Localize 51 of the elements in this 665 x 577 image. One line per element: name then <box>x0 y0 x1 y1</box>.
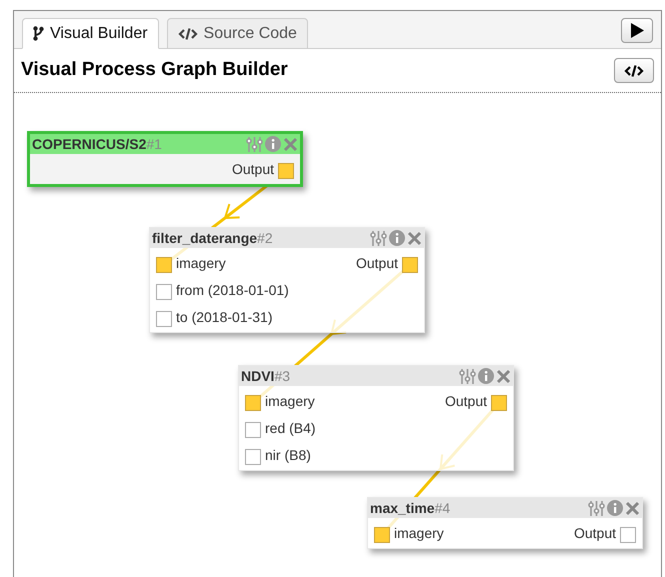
port-label: Output <box>232 160 274 179</box>
port-label: Output <box>356 254 398 273</box>
node-title: max_time#4 <box>370 498 450 518</box>
port[interactable] <box>402 257 418 273</box>
close-icon[interactable] <box>625 500 640 516</box>
info-icon[interactable] <box>607 500 623 516</box>
port-label: imagery <box>265 392 315 411</box>
process-node[interactable]: max_time#4 imagery Output <box>367 497 643 549</box>
process-node[interactable]: COPERNICUS/S2#1 Output <box>27 131 303 187</box>
play-icon <box>630 23 644 38</box>
port-label: from (2018-01-01) <box>176 281 289 300</box>
run-button[interactable] <box>621 18 653 43</box>
sliders-icon[interactable] <box>370 230 387 246</box>
close-icon[interactable] <box>407 230 422 246</box>
port-label: imagery <box>176 254 226 273</box>
info-icon[interactable] <box>265 136 281 152</box>
node-title: COPERNICUS/S2#1 <box>32 134 162 154</box>
port[interactable] <box>278 163 294 179</box>
process-node[interactable]: filter_daterange#2 imagery Output from (2018-01-01) to (2018-01-31) <box>149 227 425 333</box>
port[interactable] <box>374 527 390 543</box>
port[interactable] <box>620 527 636 543</box>
port-label: Output <box>574 524 616 543</box>
code-button[interactable] <box>614 58 654 83</box>
close-icon[interactable] <box>283 136 298 152</box>
sliders-icon[interactable] <box>246 136 263 152</box>
node-title: NDVI#3 <box>241 366 290 386</box>
tab[interactable]: Source Code <box>166 18 308 49</box>
port-label: nir (B8) <box>265 446 311 465</box>
page-title: Visual Process Graph Builder <box>21 58 288 82</box>
port[interactable] <box>156 284 172 300</box>
port[interactable] <box>156 257 172 273</box>
close-icon[interactable] <box>496 368 511 384</box>
info-icon[interactable] <box>389 230 405 246</box>
code-icon <box>624 64 644 76</box>
sliders-icon[interactable] <box>459 368 476 384</box>
sliders-icon[interactable] <box>588 500 605 516</box>
port[interactable] <box>245 395 261 411</box>
port-label: red (B4) <box>265 419 316 438</box>
port[interactable] <box>245 449 261 465</box>
branch-icon <box>33 26 44 41</box>
port-label: Output <box>444 392 487 411</box>
process-node[interactable]: NDVI#3 imagery Output red (B4) nir (B8) <box>238 365 514 471</box>
port[interactable] <box>491 395 507 411</box>
node-title: filter_daterange#2 <box>152 228 273 248</box>
port-label: to (2018-01-31) <box>176 308 273 327</box>
code-icon <box>178 28 198 40</box>
port-label: imagery <box>394 524 444 543</box>
port[interactable] <box>156 311 172 327</box>
info-icon[interactable] <box>478 368 494 384</box>
port[interactable] <box>245 422 261 438</box>
tab[interactable]: Visual Builder <box>22 18 159 49</box>
